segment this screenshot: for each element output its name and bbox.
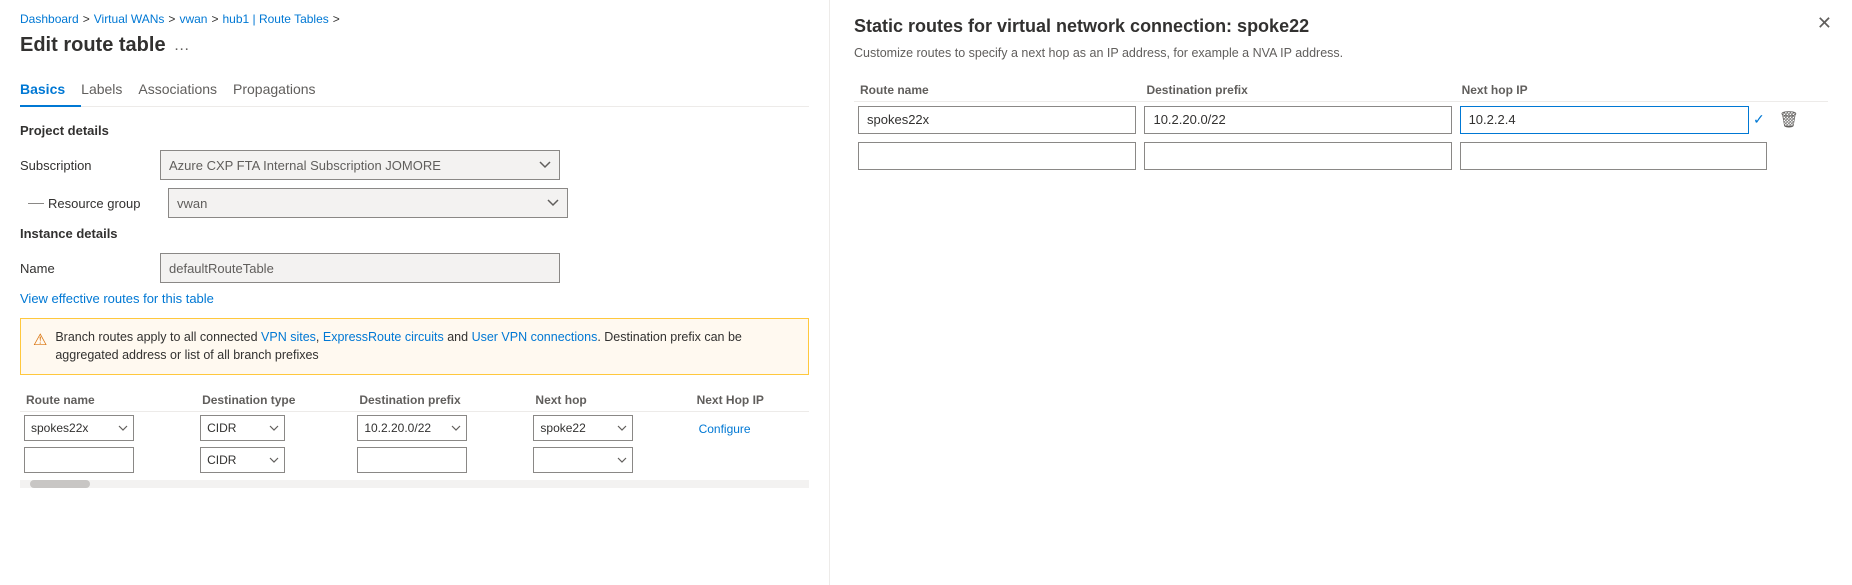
breadcrumb-virtual-wans[interactable]: Virtual WANs <box>94 12 165 26</box>
delete-row1-icon[interactable]: 🗑 <box>1775 110 1803 131</box>
row2-route-name-input[interactable] <box>24 447 134 473</box>
tab-labels[interactable]: Labels <box>81 73 138 107</box>
tab-propagations[interactable]: Propagations <box>233 73 332 107</box>
col-dest-prefix: Destination prefix <box>353 389 529 412</box>
static-route-row-1: ✓ 🗑 <box>854 101 1828 138</box>
row1-next-hop-select[interactable]: spoke22 <box>533 415 633 441</box>
tab-associations[interactable]: Associations <box>138 73 233 107</box>
static-row1-next-hop-ip[interactable] <box>1460 106 1749 134</box>
table-row-empty: CIDR <box>20 444 809 476</box>
col-dest-type: Destination type <box>196 389 353 412</box>
alert-box: ⚠ Branch routes apply to all connected V… <box>20 318 809 375</box>
static-routes-table: Route name Destination prefix Next hop I… <box>854 79 1828 174</box>
name-input[interactable] <box>160 253 560 283</box>
panel-subtitle: Customize routes to specify a next hop a… <box>854 45 1828 63</box>
subscription-control: Azure CXP FTA Internal Subscription JOMO… <box>160 150 560 180</box>
vpn-sites-link[interactable]: VPN sites <box>261 330 316 344</box>
next-hop-ip-wrapper: ✓ <box>1460 106 1767 134</box>
close-button[interactable]: ✕ <box>1817 14 1832 32</box>
user-vpn-link[interactable]: User VPN connections <box>472 330 598 344</box>
static-row1-route-name[interactable] <box>858 106 1136 134</box>
static-row2-next-hop-ip[interactable] <box>1460 142 1767 170</box>
static-route-row-2 <box>854 138 1828 174</box>
view-effective-routes-link[interactable]: View effective routes for this table <box>20 291 809 306</box>
page-title-row: Edit route table … <box>20 34 809 57</box>
page-title: Edit route table <box>20 34 166 57</box>
alert-text: Branch routes apply to all connected VPN… <box>55 329 796 364</box>
subscription-label: Subscription <box>20 158 160 173</box>
table-row: spokes22x CIDR 10.2.20.0/22 <box>20 412 809 445</box>
row1-dest-prefix-select[interactable]: 10.2.20.0/22 <box>357 415 467 441</box>
more-options-icon[interactable]: … <box>174 37 190 55</box>
row1-dest-type-select[interactable]: CIDR <box>200 415 285 441</box>
name-row: Name <box>20 253 809 283</box>
row1-route-name-select[interactable]: spokes22x <box>24 415 134 441</box>
expressroute-link[interactable]: ExpressRoute circuits <box>323 330 444 344</box>
panel-title: Static routes for virtual network connec… <box>854 16 1828 37</box>
instance-details-title: Instance details <box>20 226 809 241</box>
breadcrumb-dashboard[interactable]: Dashboard <box>20 12 79 26</box>
name-label: Name <box>20 261 160 276</box>
project-details-title: Project details <box>20 123 809 138</box>
scroll-thumb <box>30 480 90 488</box>
col-static-next-hop-ip: Next hop IP <box>1456 79 1771 102</box>
warning-icon: ⚠ <box>33 330 47 364</box>
routes-table: Route name Destination type Destination … <box>20 389 809 476</box>
resource-group-select[interactable]: vwan <box>168 188 568 218</box>
col-actions <box>1771 79 1828 102</box>
col-next-hop: Next hop <box>529 389 690 412</box>
col-static-dest-prefix: Destination prefix <box>1140 79 1455 102</box>
tab-bar: Basics Labels Associations Propagations <box>20 73 809 107</box>
subscription-select[interactable]: Azure CXP FTA Internal Subscription JOMO… <box>160 150 560 180</box>
static-row2-dest-prefix[interactable] <box>1144 142 1451 170</box>
resource-group-control: vwan <box>168 188 568 218</box>
row2-next-hop-select[interactable] <box>533 447 633 473</box>
col-static-route-name: Route name <box>854 79 1140 102</box>
name-control <box>160 253 560 283</box>
resource-group-row: Resource group vwan <box>20 188 809 218</box>
left-panel: Dashboard > Virtual WANs > vwan > hub1 |… <box>0 0 830 585</box>
col-next-hop-ip: Next Hop IP <box>691 389 809 412</box>
row2-dest-prefix-input[interactable] <box>357 447 467 473</box>
right-panel: ✕ Static routes for virtual network conn… <box>830 0 1852 585</box>
breadcrumb-vwan[interactable]: vwan <box>179 12 207 26</box>
tab-basics[interactable]: Basics <box>20 73 81 107</box>
check-icon[interactable]: ✓ <box>1751 109 1767 130</box>
routes-table-container: Route name Destination type Destination … <box>20 389 809 488</box>
subscription-row: Subscription Azure CXP FTA Internal Subs… <box>20 150 809 180</box>
rg-connector-line <box>28 203 44 204</box>
col-route-name: Route name <box>20 389 196 412</box>
static-row2-route-name[interactable] <box>858 142 1136 170</box>
static-row1-dest-prefix[interactable] <box>1144 106 1451 134</box>
breadcrumb-hub1-route-tables[interactable]: hub1 | Route Tables <box>222 12 328 26</box>
resource-group-label: Resource group <box>48 196 168 211</box>
row2-dest-type-select[interactable]: CIDR <box>200 447 285 473</box>
horizontal-scrollbar[interactable] <box>20 480 809 488</box>
breadcrumb: Dashboard > Virtual WANs > vwan > hub1 |… <box>20 12 809 26</box>
row1-configure-link[interactable]: Configure <box>695 422 755 436</box>
